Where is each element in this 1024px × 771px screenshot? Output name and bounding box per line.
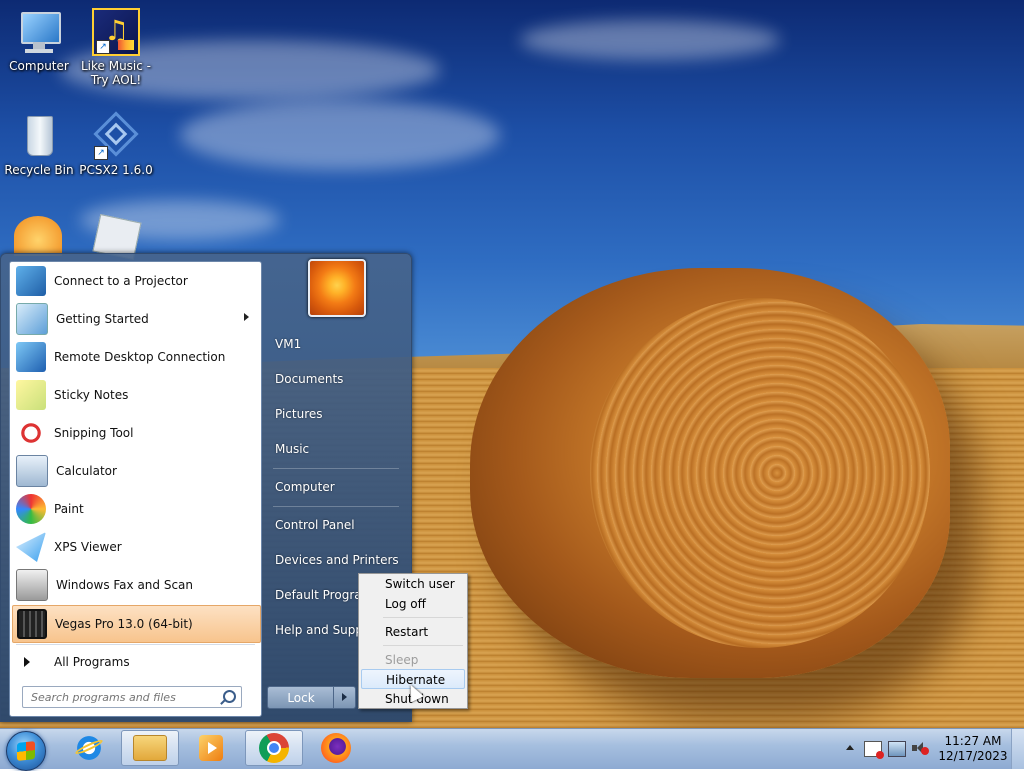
hay-bale (470, 268, 950, 678)
cloud (520, 20, 780, 60)
firefox-icon (321, 733, 351, 763)
taskbar-chrome[interactable] (245, 730, 303, 766)
network-icon[interactable] (888, 741, 906, 757)
action-center-flag-icon[interactable] (864, 741, 884, 759)
computer-icon (15, 8, 63, 56)
right-item-music[interactable]: Music (275, 442, 405, 456)
projector-icon (16, 266, 46, 296)
menu-item-sleep: Sleep (385, 653, 419, 667)
program-label: Snipping Tool (54, 426, 134, 440)
triangle-right-icon (24, 657, 30, 667)
windows-logo-icon (17, 741, 35, 761)
shortcut-arrow-icon: ↗ (96, 40, 110, 54)
program-sticky-notes[interactable]: Sticky Notes (12, 377, 259, 413)
right-item-documents[interactable]: Documents (275, 372, 405, 386)
getting-started-icon (16, 303, 48, 335)
music-note-icon: ♫ ↗ (92, 8, 140, 56)
remote-desktop-icon (16, 342, 46, 372)
recycle-bin-icon (15, 112, 63, 160)
search-box[interactable] (22, 686, 242, 708)
menu-item-log-off[interactable]: Log off (361, 594, 465, 614)
program-label: Paint (54, 502, 84, 516)
program-getting-started[interactable]: Getting Started (12, 301, 259, 337)
user-picture[interactable] (308, 259, 366, 317)
media-player-icon (199, 735, 223, 761)
program-xps-viewer[interactable]: XPS Viewer (12, 529, 259, 565)
right-item-computer[interactable]: Computer (275, 480, 405, 494)
program-label: XPS Viewer (54, 540, 122, 554)
menu-item-restart[interactable]: Restart (361, 622, 465, 642)
system-clock[interactable]: 11:27 AM 12/17/2023 (928, 734, 1018, 764)
program-paint[interactable]: Paint (12, 491, 259, 527)
desktop-icon-label: Recycle Bin (4, 163, 74, 177)
desktop-icon-like-music[interactable]: ♫ ↗ Like Music - Try AOL! (77, 8, 155, 87)
right-item-pictures[interactable]: Pictures (275, 407, 405, 421)
shortcut-arrow-icon: ↗ (94, 146, 108, 160)
program-label: Sticky Notes (54, 388, 129, 402)
separator (383, 617, 463, 618)
menu-item-switch-user[interactable]: Switch user (361, 574, 465, 594)
program-label: Remote Desktop Connection (54, 350, 226, 364)
right-item-control-panel[interactable]: Control Panel (275, 518, 405, 532)
program-remote-desktop[interactable]: Remote Desktop Connection (12, 339, 259, 375)
search-icon[interactable] (223, 690, 236, 703)
program-label: Getting Started (56, 312, 149, 326)
program-snipping-tool[interactable]: Snipping Tool (12, 415, 259, 451)
hay-bale-face (590, 298, 930, 648)
program-connect-to-projector[interactable]: Connect to a Projector (12, 263, 259, 299)
program-label: Vegas Pro 13.0 (64-bit) (55, 617, 193, 631)
taskbar-file-explorer[interactable] (121, 730, 179, 766)
program-calculator[interactable]: Calculator (12, 453, 259, 489)
pcsx2-icon: ↗ (92, 111, 140, 160)
calculator-icon (16, 455, 48, 487)
volume-muted-icon[interactable] (912, 741, 929, 755)
clock-time: 11:27 AM (944, 734, 1002, 748)
separator (273, 506, 399, 507)
show-desktop-button[interactable] (1011, 729, 1024, 769)
internet-explorer-icon (74, 733, 104, 763)
paint-palette-icon (16, 494, 46, 524)
desktop-icon-label: Computer (9, 59, 69, 73)
chrome-icon (259, 733, 289, 763)
all-programs-button[interactable]: All Programs (16, 650, 256, 674)
taskbar-firefox[interactable] (307, 730, 365, 766)
separator (273, 468, 399, 469)
program-label: Connect to a Projector (54, 274, 188, 288)
scissors-icon (16, 418, 46, 448)
clock-date: 12/17/2023 (938, 749, 1008, 763)
program-label: Windows Fax and Scan (56, 578, 194, 592)
sticky-notes-icon (16, 380, 46, 410)
lock-button[interactable]: Lock (267, 686, 335, 709)
separator (383, 645, 463, 646)
right-item-devices-printers[interactable]: Devices and Printers (275, 553, 405, 567)
system-tray: 11:27 AM 12/17/2023 (844, 729, 1024, 769)
start-menu: Connect to a Projector Getting Started R… (0, 253, 412, 722)
desktop-icon-computer[interactable]: Computer (0, 8, 78, 73)
separator (16, 644, 255, 645)
program-windows-fax-scan[interactable]: Windows Fax and Scan (12, 567, 259, 603)
all-programs-label: All Programs (54, 655, 130, 669)
xps-viewer-icon (16, 532, 46, 562)
taskbar-internet-explorer[interactable] (60, 730, 118, 766)
program-vegas-pro[interactable]: Vegas Pro 13.0 (64-bit) (12, 605, 261, 643)
power-options-arrow-button[interactable] (333, 686, 356, 709)
desktop-icon-label: PCSX2 1.6.0 (79, 163, 153, 177)
file-explorer-icon (133, 735, 167, 761)
show-hidden-icons-button[interactable] (846, 745, 854, 750)
desktop-icon-label: Like Music - Try AOL! (80, 59, 152, 87)
taskbar: 11:27 AM 12/17/2023 (0, 728, 1024, 771)
submenu-arrow-icon (244, 313, 249, 321)
right-item-user[interactable]: VM1 (275, 337, 405, 351)
desktop-icon-pcsx2[interactable]: ↗ PCSX2 1.6.0 (77, 111, 155, 177)
program-label: Calculator (56, 464, 117, 478)
desktop-icon-partial[interactable] (14, 216, 62, 256)
start-menu-programs-pane: Connect to a Projector Getting Started R… (9, 261, 262, 717)
film-strip-icon (17, 609, 47, 639)
desktop-icon-recycle-bin[interactable]: Recycle Bin (0, 112, 78, 177)
fax-icon (16, 569, 48, 601)
search-input[interactable] (29, 689, 223, 705)
cloud (180, 100, 500, 170)
taskbar-media-player[interactable] (182, 730, 240, 766)
start-button[interactable] (6, 731, 46, 771)
